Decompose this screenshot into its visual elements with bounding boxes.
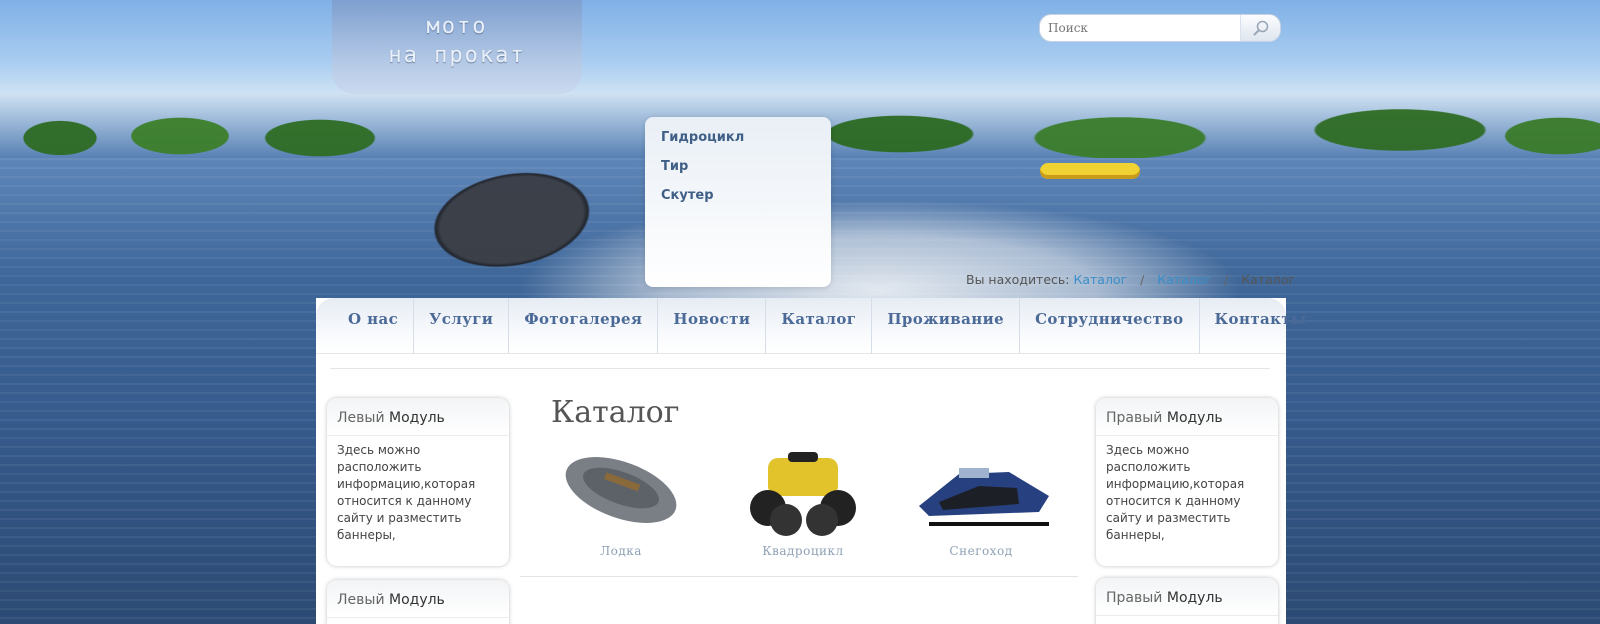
main-nav: О нас Услуги Фотогалерея Новости Каталог… (316, 298, 1306, 354)
nav-item-news[interactable]: Новости (658, 298, 767, 354)
nav-item-about[interactable]: О нас (316, 298, 415, 354)
snowmobile-icon (919, 468, 1049, 526)
module-title: Левый Модуль (327, 398, 509, 436)
menu-item-skuter[interactable]: Скутер (661, 187, 815, 216)
module-title: Правый Модуль (1096, 578, 1278, 616)
catalog-item-boat[interactable]: Лодка (556, 440, 686, 558)
nav-item-gallery[interactable]: Фотогалерея (509, 298, 659, 354)
catalog-item-label: Лодка (600, 544, 642, 558)
module-title-b: Модуль (1166, 410, 1223, 426)
catalog-item-label: Квадроцикл (762, 544, 844, 558)
module-body: Здесь можно расположить информацию,котор… (337, 443, 476, 542)
catalog-item-label: Снегоход (949, 544, 1013, 558)
breadcrumb-link-1[interactable]: Каталог (1073, 272, 1127, 287)
menu-item-tir[interactable]: Тир (661, 158, 815, 187)
breadcrumb-separator: / (1140, 272, 1145, 287)
module-title-b: Модуль (389, 410, 445, 426)
catalog-item-atv[interactable]: Квадроцикл (738, 438, 868, 558)
atv-icon (750, 452, 856, 536)
divider (330, 368, 1270, 369)
right-module-2: Правый Модуль (1096, 578, 1278, 624)
nav-item-contacts[interactable]: Контакты (1200, 298, 1322, 354)
page-title: Каталог (551, 395, 680, 430)
catalog-divider (520, 576, 1078, 577)
module-title-b: Модуль (1166, 590, 1223, 606)
module-body: Здесь можно расположить информацию,котор… (1106, 443, 1245, 542)
nav-item-cooperation[interactable]: Сотрудничество (1020, 298, 1200, 354)
module-title: Левый Модуль (327, 580, 509, 618)
menu-item-gidrocikl[interactable]: Гидроцикл (661, 129, 815, 158)
catalog-dropdown-menu: Гидроцикл Тир Скутер (645, 117, 831, 287)
module-title: Правый Модуль (1096, 398, 1278, 436)
breadcrumb: Вы находитесь: Каталог / Каталог / Катал… (966, 272, 1295, 287)
search-input[interactable] (1040, 15, 1240, 41)
left-module-2: Левый Модуль (327, 580, 509, 624)
search-button[interactable] (1240, 15, 1280, 41)
nav-item-services[interactable]: Услуги (414, 298, 510, 354)
module-title-a: Левый (337, 592, 385, 608)
boat-icon (565, 457, 677, 523)
nav-item-accommodation[interactable]: Проживание (872, 298, 1021, 354)
breadcrumb-separator: / (1224, 272, 1229, 287)
nav-item-catalog[interactable]: Каталог (766, 298, 873, 354)
left-module-1: Левый Модуль Здесь можно расположить инф… (327, 398, 509, 566)
module-title-a: Правый (1106, 590, 1163, 606)
right-module-1: Правый Модуль Здесь можно расположить ин… (1096, 398, 1278, 566)
site-logo[interactable]: мото на прокат (332, 0, 582, 94)
catalog-item-snowmobile[interactable]: Снегоход (899, 446, 1063, 558)
logo-line-2: на прокат (388, 43, 526, 68)
module-title-a: Левый (337, 410, 385, 426)
logo-line-1: мото (426, 14, 488, 39)
module-title-b: Модуль (389, 592, 445, 608)
breadcrumb-link-2[interactable]: Каталог (1157, 272, 1211, 287)
breadcrumb-current: Каталог (1241, 272, 1295, 287)
search-icon (1253, 20, 1268, 36)
search-box (1039, 14, 1281, 42)
banana-boat-image (1040, 163, 1140, 179)
breadcrumb-prefix: Вы находитесь: (966, 272, 1070, 287)
module-title-a: Правый (1106, 410, 1163, 426)
